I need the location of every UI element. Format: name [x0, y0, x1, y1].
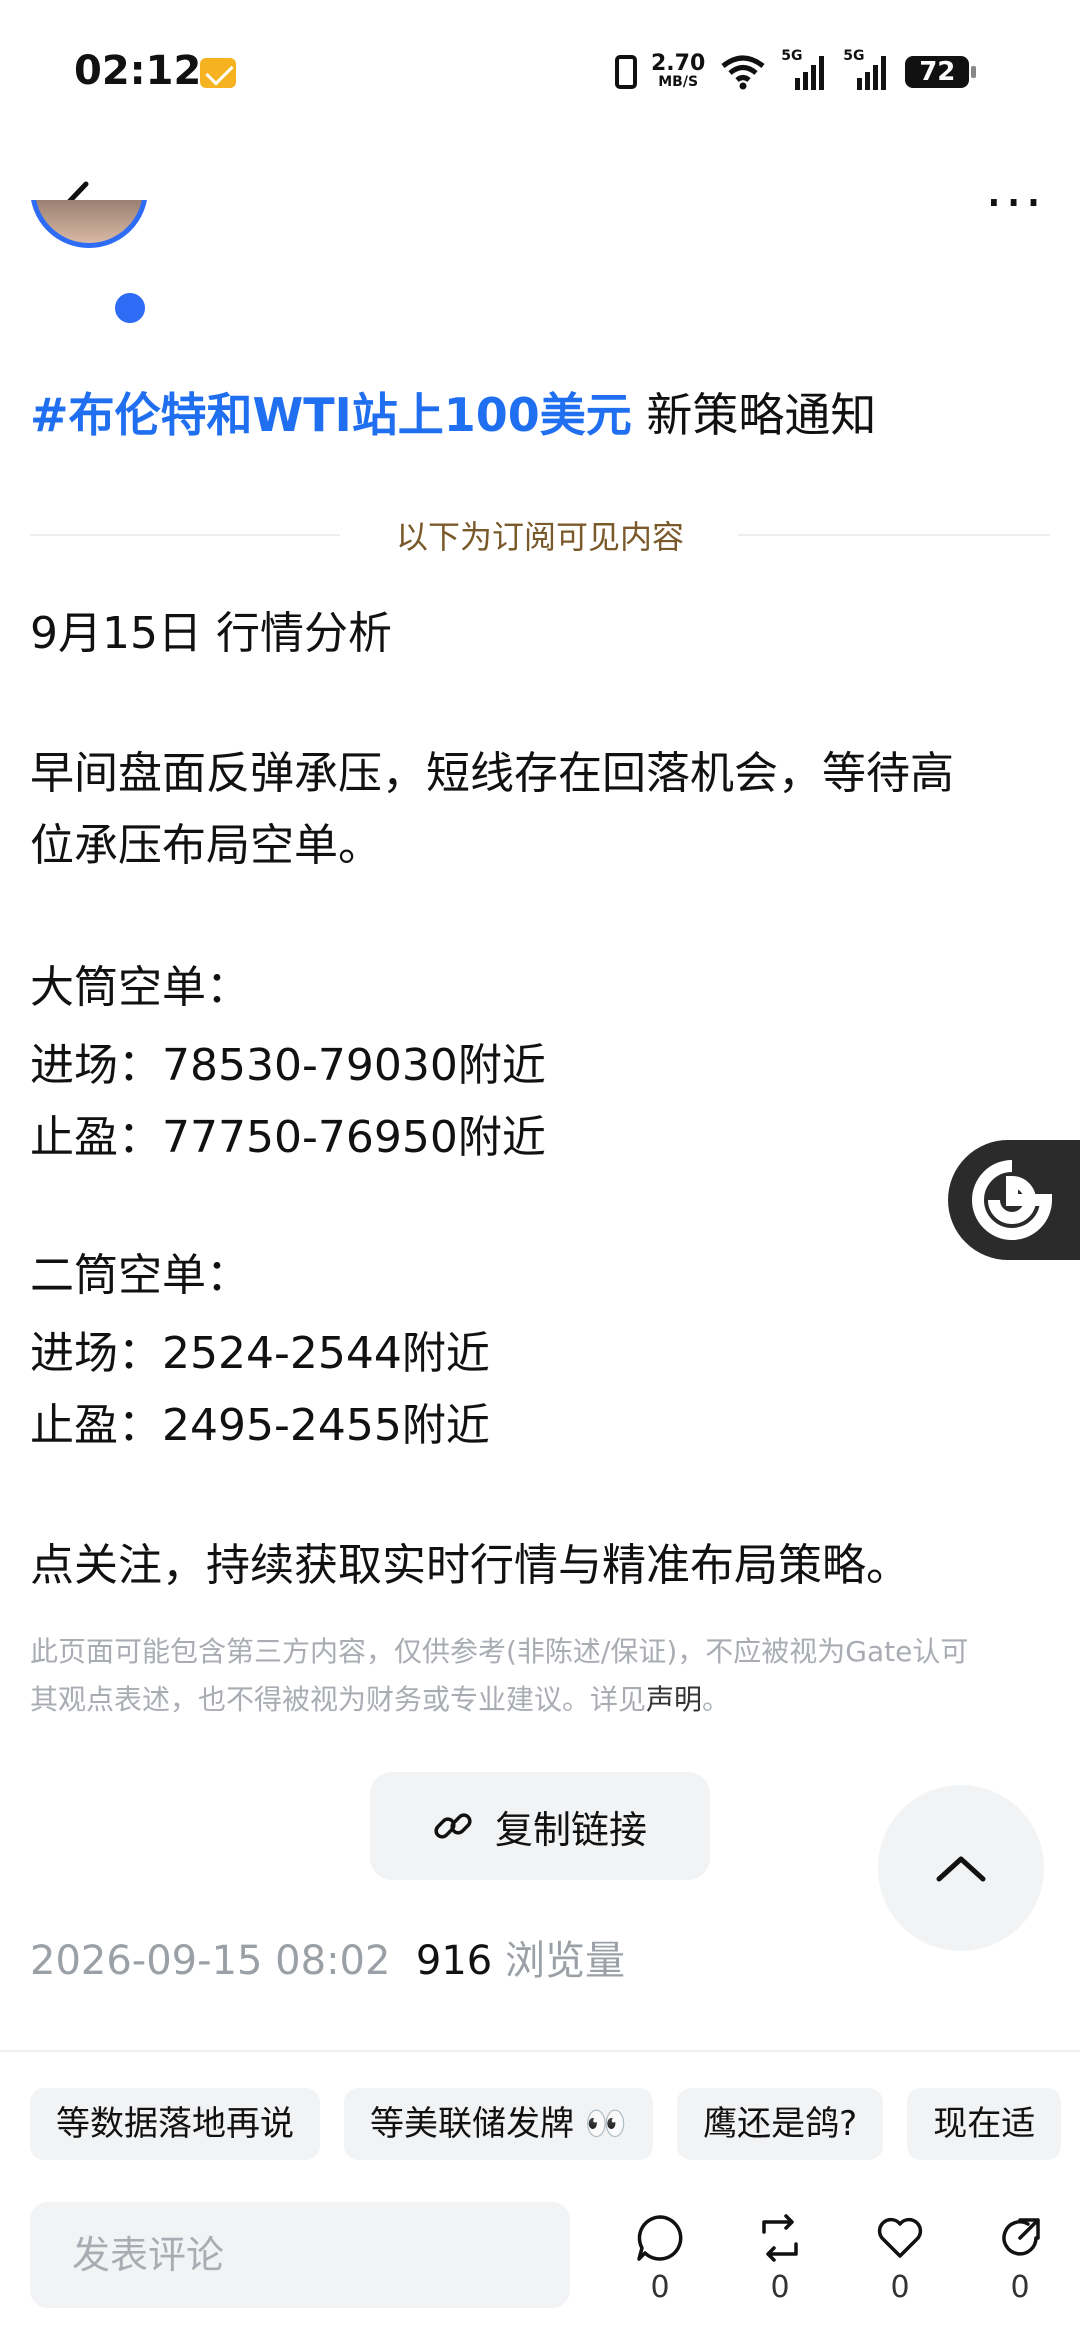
comment-icon — [637, 2215, 683, 2261]
copy-link-button[interactable]: 复制链接 — [370, 1772, 710, 1880]
body-line: 进场：2524-2544附近 — [30, 1328, 490, 1379]
mail-notification-icon — [200, 58, 236, 88]
share-icon — [1002, 2218, 1040, 2256]
subscriber-content-divider: 以下为订阅可见内容 — [395, 518, 684, 556]
body-line: 点关注，持续获取实时行情与精准布局策略。 — [30, 1540, 910, 1591]
quick-reply-chip[interactable]: 等美联储发牌 👀 — [344, 2088, 654, 2160]
gate-logo-icon — [972, 1160, 1052, 1240]
network-speed: 2.70 MB/S — [651, 51, 706, 91]
vibrate-icon — [615, 55, 637, 89]
quick-reply-chip[interactable]: 现在适 — [907, 2088, 1062, 2160]
body-line: 进场：78530-79030附近 — [30, 1040, 546, 1091]
like-action[interactable]: 0 — [860, 2212, 940, 2305]
disclaimer-line-2: 其观点表述，也不得被视为财务或专业建议。详见声明。 — [30, 1676, 1050, 1724]
view-count-label: 浏览量 — [504, 1938, 625, 1984]
signal-1-label: 5G — [781, 48, 803, 64]
body-line: 位承压布局空单。 — [30, 820, 382, 871]
more-options-icon[interactable]: ··· — [985, 176, 1044, 232]
view-count: 916 — [415, 1938, 493, 1984]
status-icons: 2.70 MB/S 5G 5G 72 — [615, 48, 977, 94]
status-time: 02:12 — [74, 48, 202, 94]
section-separator — [0, 2050, 1080, 2052]
body-line: 二筒空单： — [30, 1250, 250, 1301]
body-line: 止盈：2495-2455附近 — [30, 1400, 490, 1451]
repost-count: 0 — [770, 2270, 790, 2305]
post-meta: 2026-09-15 08:02 916 浏览量 — [30, 1928, 625, 1986]
body-line: 大筒空单： — [30, 962, 250, 1013]
quick-reply-chip[interactable]: 等数据落地再说 — [30, 2088, 320, 2160]
quick-reply-chip[interactable]: 鹰还是鸽? — [677, 2088, 884, 2160]
body-line: 早间盘面反弹承压，短线存在回落机会，等待高 — [30, 748, 954, 799]
repost-icon — [762, 2214, 798, 2262]
quick-reply-chips: 等数据落地再说 等美联储发牌 👀 鹰还是鸽? 现在适 — [30, 2088, 1062, 2160]
comment-input[interactable]: 发表评论 — [30, 2202, 570, 2308]
like-count: 0 — [890, 2270, 910, 2305]
chevron-up-icon — [936, 1856, 986, 1882]
network-speed-unit: MB/S — [658, 74, 699, 90]
wifi-icon — [721, 55, 765, 90]
avatar-badge-icon — [112, 290, 148, 326]
link-icon — [434, 1813, 472, 1839]
post-date: 2026-09-15 08:02 — [30, 1938, 391, 1984]
comment-action[interactable]: 0 — [620, 2212, 700, 2305]
floating-gate-button[interactable] — [948, 1140, 1080, 1260]
disclaimer: 此页面可能包含第三方内容，仅供参考(非陈述/保证)，不应被视为Gate认可 其观… — [30, 1628, 1050, 1724]
network-speed-value: 2.70 — [651, 51, 706, 76]
signal-icon-1: 5G — [781, 48, 829, 90]
disclaimer-line-2-text: 其观点表述，也不得被视为财务或专业建议。详见 — [30, 1683, 647, 1716]
signal-icon-2: 5G — [843, 48, 891, 90]
battery-icon: 72 — [905, 56, 977, 88]
disclaimer-link[interactable]: 声明 — [646, 1683, 702, 1716]
disclaimer-end: 。 — [702, 1683, 731, 1716]
signal-2-label: 5G — [843, 48, 865, 64]
share-count: 0 — [1010, 2270, 1030, 2305]
copy-link-label: 复制链接 — [494, 1807, 647, 1852]
share-action[interactable]: 0 — [980, 2212, 1060, 2305]
post-title-text: 新策略通知 — [646, 388, 877, 442]
post-hashtag[interactable]: #布伦特和WTI站上100美元 — [30, 388, 632, 442]
body-line: 止盈：77750-76950附近 — [30, 1112, 546, 1163]
scroll-to-top-button[interactable] — [878, 1785, 1044, 1951]
body-line: 9月15日 行情分析 — [30, 608, 392, 659]
repost-action[interactable]: 0 — [740, 2212, 820, 2305]
heart-icon — [877, 2217, 923, 2258]
comment-count: 0 — [650, 2270, 670, 2305]
post-title: #布伦特和WTI站上100美元 新策略通知 — [30, 385, 876, 445]
disclaimer-line-1: 此页面可能包含第三方内容，仅供参考(非陈述/保证)，不应被视为Gate认可 — [30, 1635, 969, 1668]
